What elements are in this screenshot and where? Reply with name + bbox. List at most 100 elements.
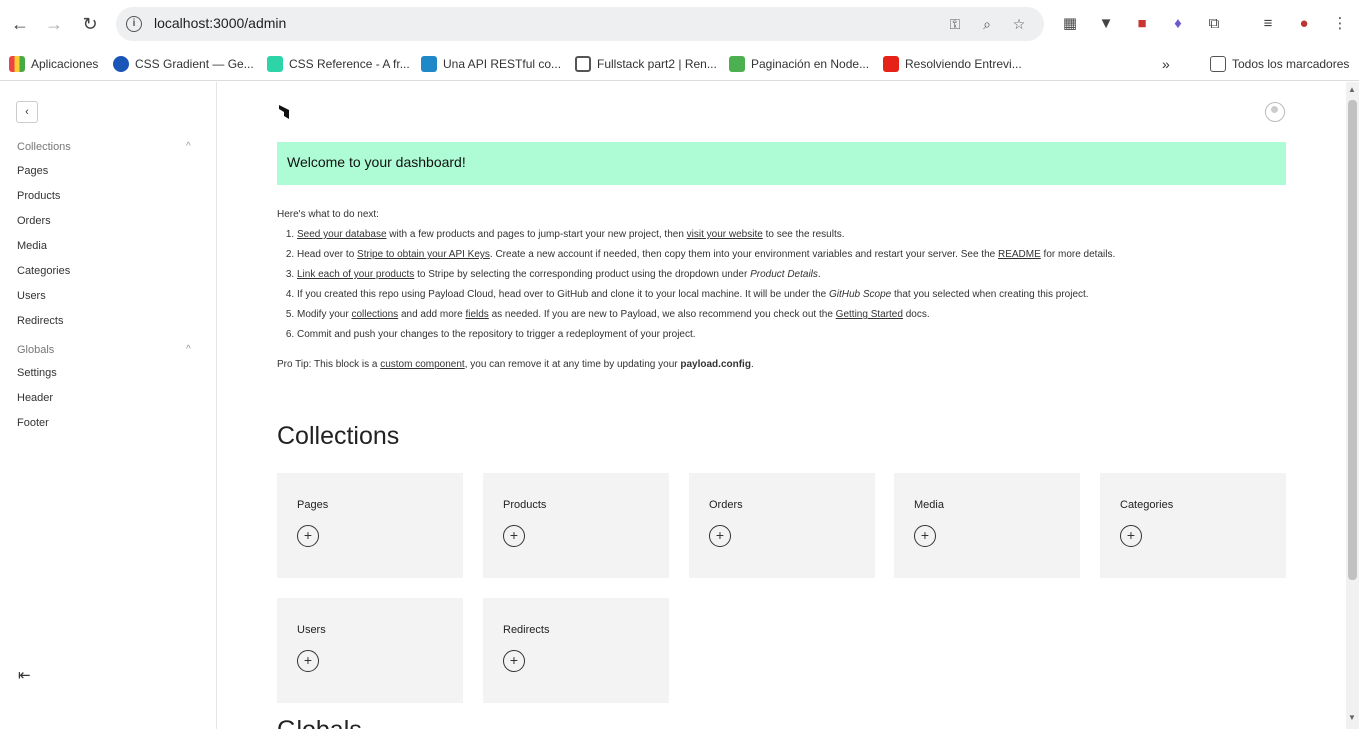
step-text: .	[817, 269, 821, 280]
nav-link-categories[interactable]: Categories	[17, 265, 70, 277]
collections-group-title[interactable]: Collections	[17, 141, 71, 153]
readme-link[interactable]: README	[998, 249, 1041, 260]
extension-c-icon[interactable]: ♦	[1166, 12, 1190, 36]
page-scrollbar[interactable]: ▲ ▼	[1346, 82, 1359, 729]
nav-link-media[interactable]: Media	[17, 240, 47, 252]
back-button[interactable]: ←	[8, 12, 32, 36]
card-label: Categories	[1120, 499, 1174, 511]
add-orders-plus-icon[interactable]: +	[709, 525, 731, 547]
browser-menu-icon[interactable]: ⋮	[1328, 12, 1352, 36]
bookmark-label: Resolviendo Entrevi...	[905, 57, 1022, 71]
collection-card-categories[interactable]: Categories +	[1100, 473, 1286, 578]
add-categories-plus-icon[interactable]: +	[1120, 525, 1142, 547]
intro-text: Here's what to do next:	[277, 209, 379, 220]
add-redirects-plus-icon[interactable]: +	[503, 650, 525, 672]
css-gradient-icon	[113, 56, 129, 72]
extensions-puzzle-icon[interactable]: ⧉	[1202, 12, 1226, 36]
card-label: Users	[297, 624, 326, 636]
nav-link-orders[interactable]: Orders	[17, 215, 51, 227]
profile-avatar-icon[interactable]: ●	[1292, 12, 1316, 36]
bookmark-paginacion[interactable]: Paginación en Node...	[729, 54, 869, 74]
url-text: localhost:3000/admin	[154, 15, 287, 31]
chevron-up-icon[interactable]: ^	[186, 344, 191, 355]
add-pages-plus-icon[interactable]: +	[297, 525, 319, 547]
card-label: Redirects	[503, 624, 550, 636]
scroll-up-arrow-icon[interactable]: ▲	[1348, 85, 1356, 94]
collections-docs-link[interactable]: collections	[351, 309, 398, 320]
nav-link-footer[interactable]: Footer	[17, 417, 49, 429]
getting-started-link[interactable]: Getting Started	[836, 309, 903, 320]
collections-heading: Collections	[277, 422, 400, 450]
site-info-icon[interactable]: i	[126, 16, 142, 32]
link-products-link[interactable]: Link each of your products	[297, 269, 414, 280]
nav-link-users[interactable]: Users	[17, 290, 46, 302]
all-bookmarks-folder[interactable]: Todos los marcadores	[1210, 54, 1349, 74]
step-text: to Stripe by selecting the corresponding…	[414, 269, 751, 280]
bookmark-label: CSS Gradient — Ge...	[135, 57, 254, 71]
step-item: Modify your collections and add more fie…	[297, 308, 1286, 328]
add-users-plus-icon[interactable]: +	[297, 650, 319, 672]
bookmark-api-restful[interactable]: Una API RESTful co...	[421, 54, 561, 74]
forward-button[interactable]: →	[42, 12, 66, 36]
nav-link-products[interactable]: Products	[17, 190, 60, 202]
step-text: that you selected when creating this pro…	[891, 289, 1089, 300]
step-text: with a few products and pages to jump-st…	[386, 229, 687, 240]
payload-config-text: payload.config	[680, 359, 751, 370]
add-media-plus-icon[interactable]: +	[914, 525, 936, 547]
nav-link-redirects[interactable]: Redirects	[17, 315, 63, 327]
step-item: If you created this repo using Payload C…	[297, 288, 1286, 308]
chevron-up-icon[interactable]: ^	[186, 141, 191, 152]
scrollbar-thumb[interactable]	[1348, 100, 1357, 580]
collection-card-pages[interactable]: Pages +	[277, 473, 463, 578]
card-label: Products	[503, 499, 547, 511]
account-avatar-icon[interactable]	[1265, 102, 1285, 122]
collection-card-users[interactable]: Users +	[277, 598, 463, 703]
nav-link-header[interactable]: Header	[17, 392, 53, 404]
password-key-icon[interactable]: ⚿	[946, 15, 964, 33]
custom-component-link[interactable]: custom component	[380, 359, 465, 370]
bookmark-fullstack[interactable]: Fullstack part2 | Ren...	[575, 54, 717, 74]
steps-list: Seed your database with a few products a…	[277, 228, 1286, 348]
pro-tip: Pro Tip: This block is a custom componen…	[277, 359, 754, 370]
bookmark-youtube[interactable]: Resolviendo Entrevi...	[883, 54, 1022, 74]
zoom-icon[interactable]: ⌕	[978, 15, 996, 33]
globals-group-title[interactable]: Globals	[17, 344, 54, 356]
extension-a-icon[interactable]: ▦	[1058, 12, 1082, 36]
extension-b-icon[interactable]: ■	[1130, 12, 1154, 36]
bookmark-css-reference[interactable]: CSS Reference - A fr...	[267, 54, 410, 74]
payload-logo-icon[interactable]	[277, 104, 291, 120]
protip-text: Pro Tip: This block is a	[277, 359, 381, 370]
card-label: Media	[914, 499, 944, 511]
step-item: Commit and push your changes to the repo…	[297, 328, 1286, 348]
add-products-plus-icon[interactable]: +	[503, 525, 525, 547]
seed-database-link[interactable]: Seed your database	[297, 229, 387, 240]
bookmark-label: Fullstack part2 | Ren...	[597, 57, 717, 71]
fields-docs-link[interactable]: fields	[465, 309, 488, 320]
address-bar[interactable]: i localhost:3000/admin ⚿ ⌕ ☆	[116, 7, 1044, 41]
stripe-api-keys-link[interactable]: Stripe to obtain your API Keys	[357, 249, 490, 260]
globals-heading: Globals	[277, 716, 362, 729]
scroll-down-arrow-icon[interactable]: ▼	[1348, 713, 1356, 722]
logout-icon[interactable]: ⇤	[18, 666, 31, 684]
step-text: and add more	[398, 309, 466, 320]
step-text: Modify your	[297, 309, 352, 320]
collapse-sidebar-button[interactable]: ‹	[16, 101, 38, 123]
step-item: Seed your database with a few products a…	[297, 228, 1286, 248]
protip-text: , you can remove it at any time by updat…	[464, 359, 681, 370]
collection-card-orders[interactable]: Orders +	[689, 473, 875, 578]
browser-toolbar: ← → ↻ i localhost:3000/admin ⚿ ⌕ ☆ ▦ ▼ ■…	[0, 0, 1359, 48]
visit-website-link[interactable]: visit your website	[687, 229, 763, 240]
bookmark-aplicaciones[interactable]: Aplicaciones	[9, 54, 98, 74]
extension-vue-icon[interactable]: ▼	[1094, 12, 1118, 36]
bookmark-css-gradient[interactable]: CSS Gradient — Ge...	[113, 54, 254, 74]
collection-card-redirects[interactable]: Redirects +	[483, 598, 669, 703]
star-bookmark-icon[interactable]: ☆	[1010, 15, 1028, 33]
nav-link-pages[interactable]: Pages	[17, 165, 48, 177]
step-text: Head over to	[297, 249, 358, 260]
media-queue-icon[interactable]: ≡	[1256, 12, 1280, 36]
collection-card-media[interactable]: Media +	[894, 473, 1080, 578]
nav-link-settings[interactable]: Settings	[17, 367, 57, 379]
collection-card-products[interactable]: Products +	[483, 473, 669, 578]
reload-button[interactable]: ↻	[78, 12, 102, 36]
more-bookmarks-chevron-icon[interactable]: »	[1162, 54, 1170, 74]
